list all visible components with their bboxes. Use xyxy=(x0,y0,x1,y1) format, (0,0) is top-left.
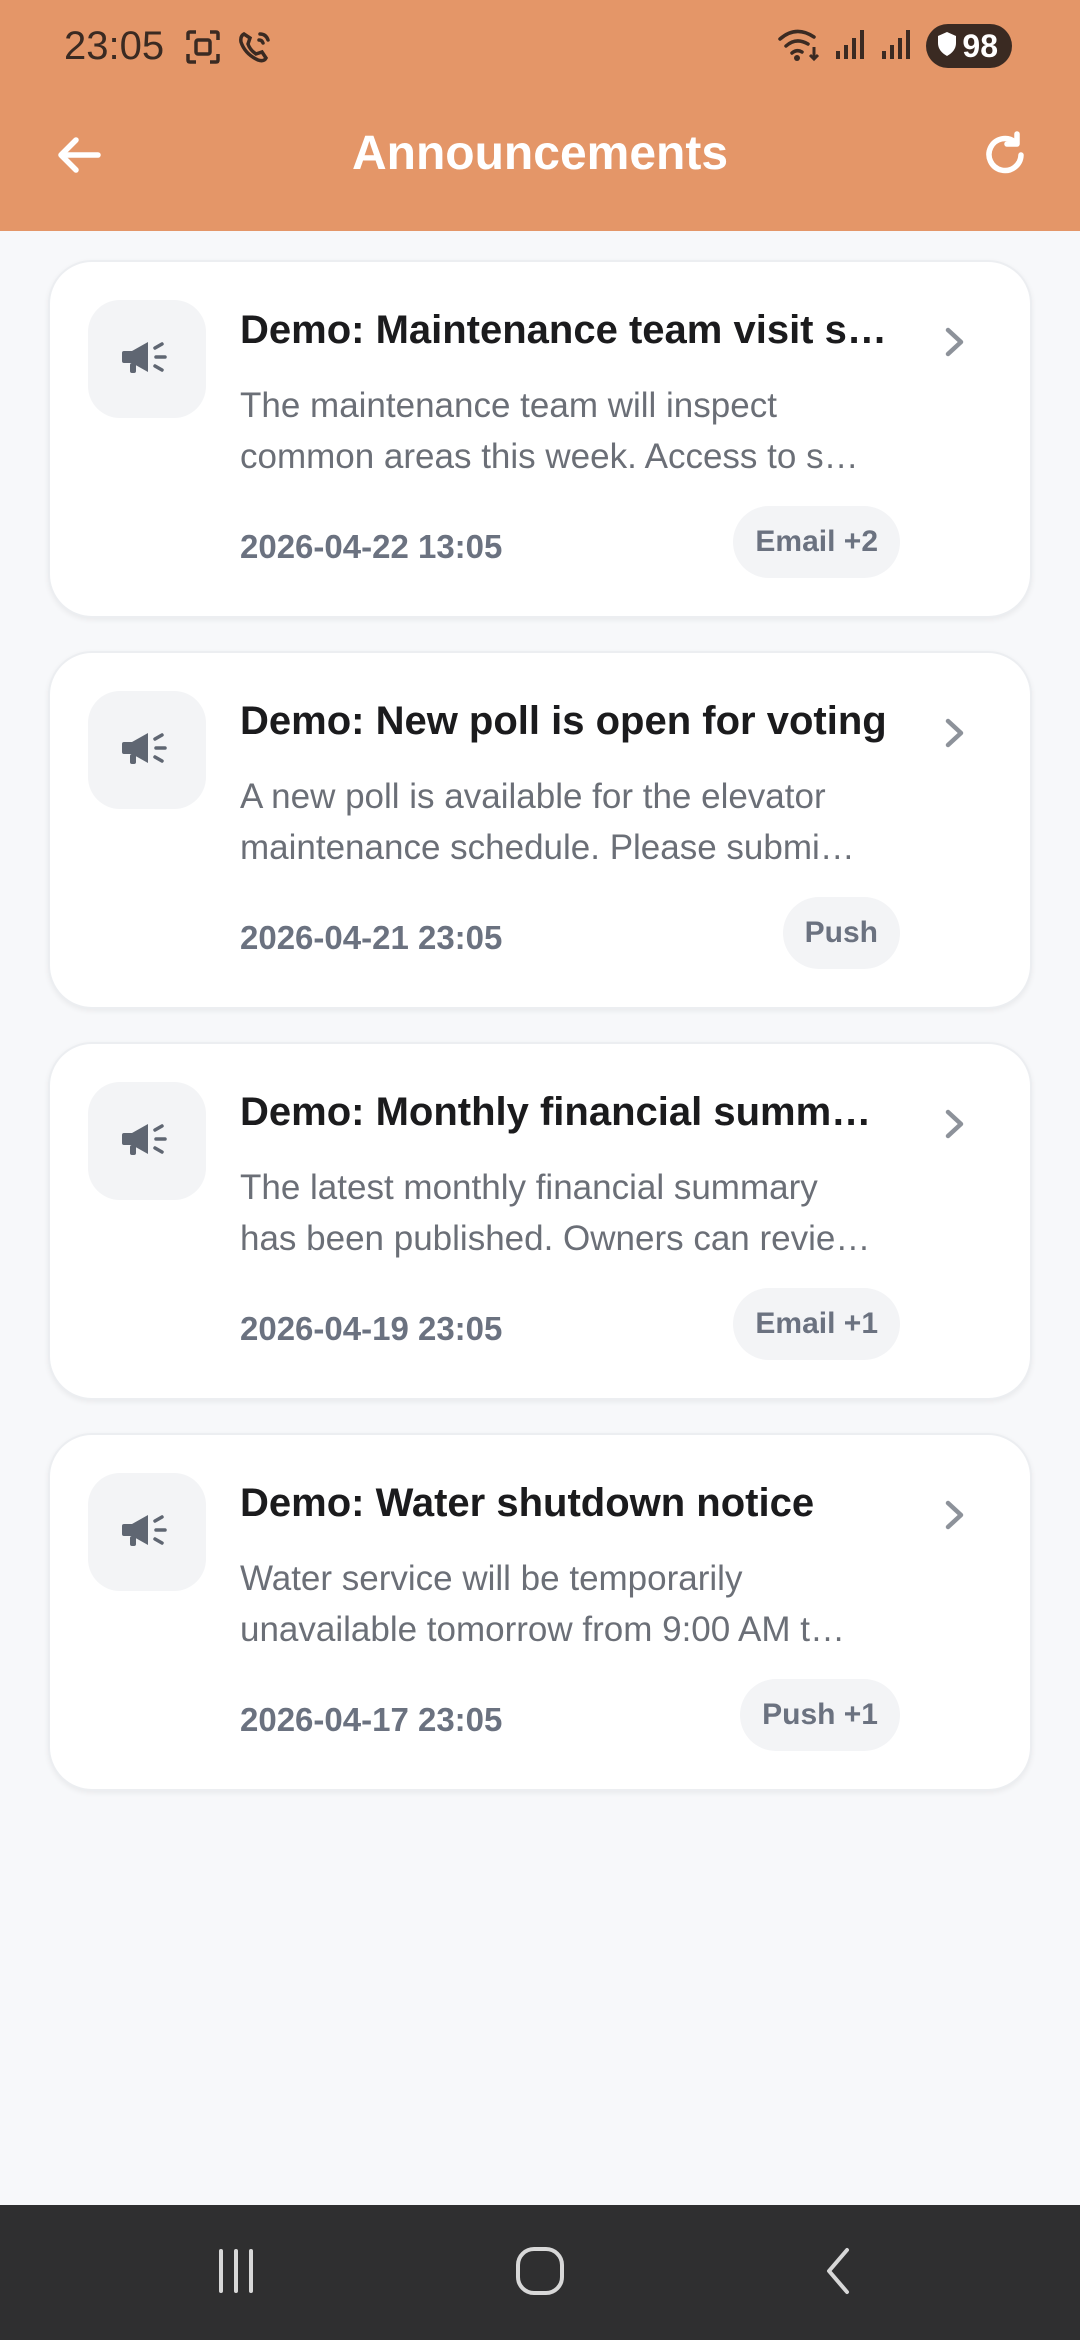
megaphone-icon xyxy=(120,1510,174,1555)
announcement-card[interactable]: Demo: Maintenance team visit s… The main… xyxy=(48,260,1032,618)
battery-level: 98 xyxy=(962,27,998,64)
wifi-calling-icon xyxy=(236,28,274,71)
recent-apps-icon xyxy=(211,2246,261,2301)
page-title: Announcements xyxy=(351,127,729,180)
back-icon xyxy=(815,2246,865,2301)
wifi-icon xyxy=(776,25,822,68)
recent-apps-button[interactable] xyxy=(196,2243,276,2303)
channel-badge: Push +1 xyxy=(740,1679,900,1751)
announcement-title: Demo: Monthly financial summ… xyxy=(240,1090,872,1134)
announcement-date: 2026-04-21 23:05 xyxy=(240,919,503,956)
chevron-right-icon xyxy=(934,1104,974,1144)
home-icon xyxy=(514,2245,566,2302)
announcement-body-line: unavailable tomorrow from 9:00 AM t… xyxy=(240,1610,845,1649)
channel-badge: Email +2 xyxy=(733,506,900,578)
signal-icon xyxy=(834,27,868,66)
app-bar: Announcements xyxy=(0,96,1080,231)
announcement-icon-box xyxy=(88,1082,206,1200)
announcement-body: A new poll is available for the elevator… xyxy=(240,771,956,873)
announcement-icon-box xyxy=(88,691,206,809)
announcement-list: Demo: Maintenance team visit s… The main… xyxy=(48,260,1032,1824)
refresh-icon xyxy=(979,129,1031,186)
battery-indicator: 98 xyxy=(926,24,1012,68)
announcement-body-line: common areas this week. Access to s… xyxy=(240,437,859,476)
chevron-right-icon xyxy=(934,713,974,753)
announcement-body-line: has been published. Owners can revie… xyxy=(240,1219,871,1258)
announcement-title: Demo: Maintenance team visit s… xyxy=(240,308,887,352)
megaphone-icon xyxy=(120,1119,174,1164)
announcement-title: Demo: Water shutdown notice xyxy=(240,1481,815,1525)
home-button[interactable] xyxy=(500,2243,580,2303)
chevron-right-icon xyxy=(934,1495,974,1535)
app-header: 23:05 98 Announcements xyxy=(0,0,1080,231)
status-time: 23:05 xyxy=(64,24,165,68)
system-nav-bar xyxy=(0,2205,1080,2340)
announcement-card[interactable]: Demo: Monthly financial summ… The latest… xyxy=(48,1042,1032,1400)
channel-badge: Push xyxy=(782,897,900,969)
status-bar: 23:05 98 xyxy=(0,0,1080,96)
announcement-icon-box xyxy=(88,1473,206,1591)
announcement-body: Water service will be temporarily unavai… xyxy=(240,1553,956,1655)
battery-icon xyxy=(936,28,958,65)
announcement-card[interactable]: Demo: Water shutdown notice Water servic… xyxy=(48,1433,1032,1791)
megaphone-icon xyxy=(120,728,174,773)
announcement-date: 2026-04-17 23:05 xyxy=(240,1701,503,1738)
refresh-button[interactable] xyxy=(970,122,1040,192)
announcement-title: Demo: New poll is open for voting xyxy=(240,699,887,743)
announcement-date: 2026-04-19 23:05 xyxy=(240,1310,503,1347)
announcement-body-line: Water service will be temporarily xyxy=(240,1559,743,1598)
announcement-body-line: A new poll is available for the elevator xyxy=(240,777,826,816)
screenshot-icon xyxy=(184,28,222,71)
announcement-icon-box xyxy=(88,300,206,418)
announcement-body: The latest monthly financial summary has… xyxy=(240,1162,956,1264)
chevron-right-icon xyxy=(934,322,974,362)
announcement-date: 2026-04-22 13:05 xyxy=(240,528,503,565)
megaphone-icon xyxy=(120,337,174,382)
announcement-body-line: maintenance schedule. Please submi… xyxy=(240,828,855,867)
announcement-body-line: The maintenance team will inspect xyxy=(240,386,777,425)
announcement-body: The maintenance team will inspect common… xyxy=(240,380,956,482)
signal-icon xyxy=(880,27,914,66)
channel-badge: Email +1 xyxy=(733,1288,900,1360)
announcement-card[interactable]: Demo: New poll is open for voting A new … xyxy=(48,651,1032,1009)
announcement-body-line: The latest monthly financial summary xyxy=(240,1168,818,1207)
nav-back-button[interactable] xyxy=(800,2243,880,2303)
